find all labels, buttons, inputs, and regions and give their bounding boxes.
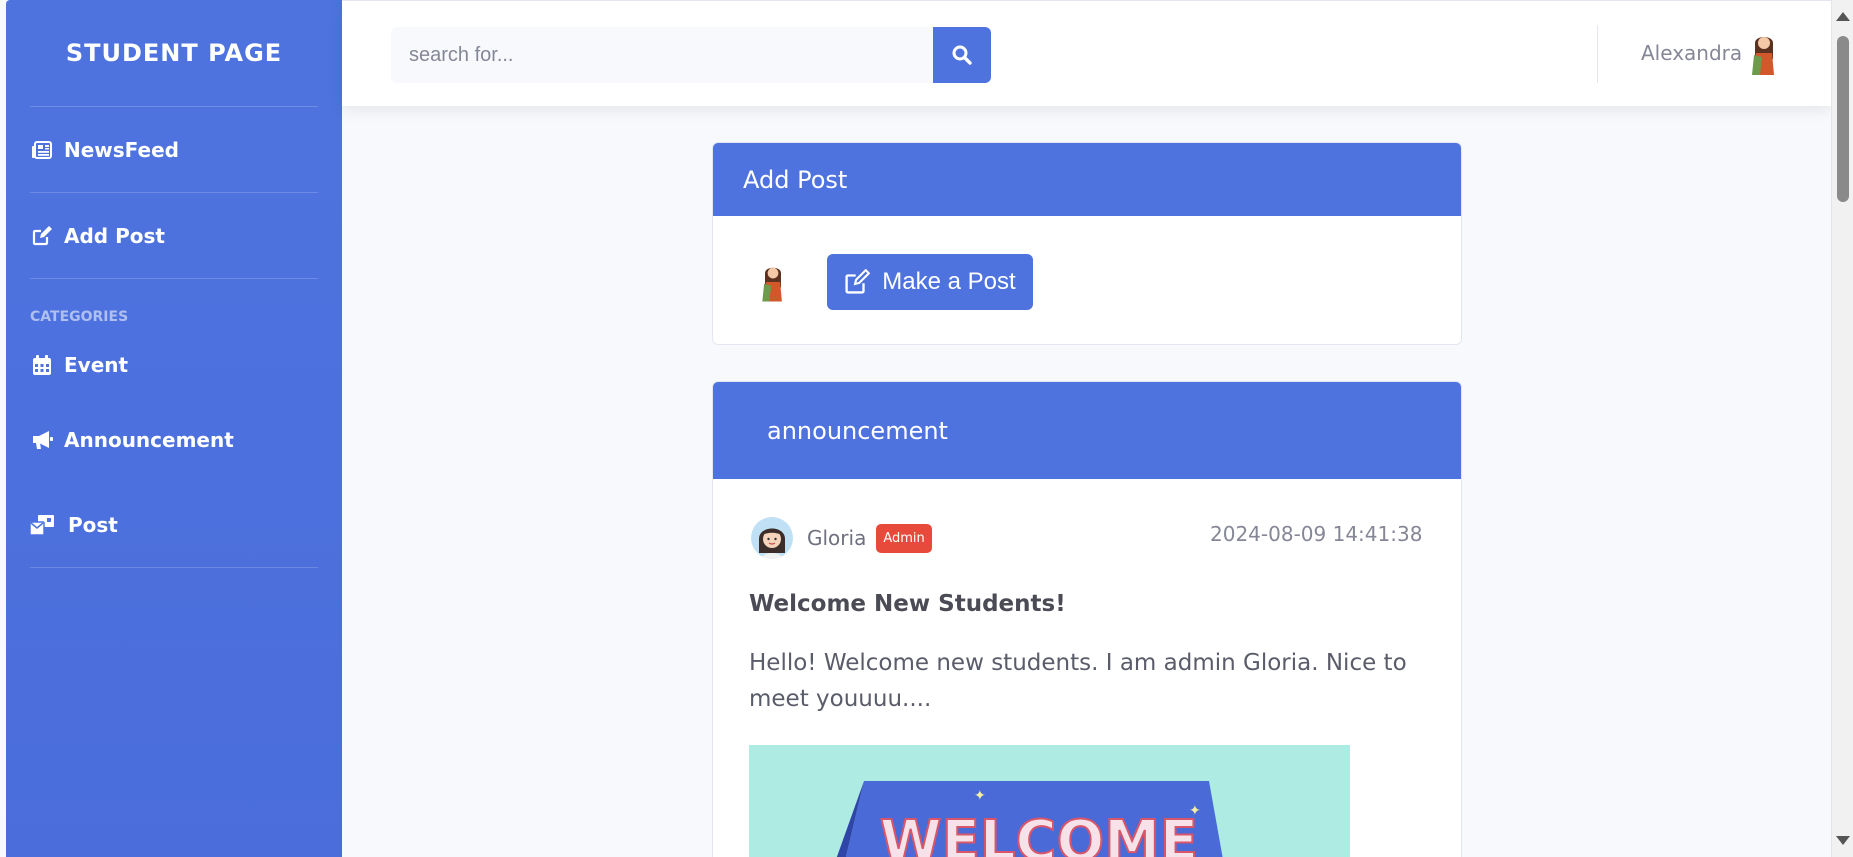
scroll-thumb[interactable] [1837,36,1849,202]
make-a-post-button[interactable]: Make a Post [827,254,1033,310]
sidebar-divider [30,567,318,568]
edit-icon [845,269,871,294]
sidebar-item-label: Event [64,353,129,377]
sidebar-item-announcement[interactable]: Announcement [6,397,342,482]
search-input[interactable] [391,27,933,83]
sidebar: STUDENT PAGE NewsFeed Add Post CATEGORIE… [6,0,342,857]
sidebar-item-event[interactable]: Event [6,333,342,397]
sidebar-item-post[interactable]: Post [6,482,342,567]
scroll-down-icon[interactable] [1836,836,1850,845]
scroll-up-icon[interactable] [1836,12,1850,21]
card-title: Add Post [743,165,848,194]
author-name[interactable]: Gloria [807,526,866,550]
user-avatar[interactable] [1746,29,1782,77]
add-post-card-body: Make a Post [713,216,1461,344]
sidebar-item-label: Post [68,512,118,537]
add-post-card: Add Post Make a Post [712,142,1462,345]
app-frame: STUDENT PAGE NewsFeed Add Post CATEGORIE… [0,0,1853,857]
sidebar-brand[interactable]: STUDENT PAGE [6,0,342,106]
post-timestamp: 2024-08-09 14:41:38 [1210,522,1423,546]
edit-icon [30,224,54,248]
author-avatar[interactable] [751,517,793,559]
admin-badge: Admin [876,523,932,553]
sidebar-heading-categories: CATEGORIES [30,309,129,325]
sparkle-icon: ✦ [1189,803,1201,819]
post-text: Hello! Welcome new students. I am admin … [749,650,1407,712]
search-bar [391,27,991,83]
topbar: Alexandra [342,0,1831,106]
user-avatar [762,267,782,302]
topbar-divider [1597,25,1598,83]
sidebar-item-label: Add Post [64,223,165,248]
post-title: Welcome New Students! [749,591,1066,617]
sparkle-icon: ✦ [974,788,986,804]
sidebar-item-label: NewsFeed [64,137,179,162]
mail-bulk-icon [30,513,54,537]
user-name[interactable]: Alexandra [1641,41,1742,65]
search-button[interactable] [933,27,991,83]
bullhorn-icon [30,428,54,452]
sidebar-item-label: Announcement [64,427,234,452]
add-post-card-header: Add Post [713,143,1461,216]
sidebar-item-newsfeed[interactable]: NewsFeed [6,107,342,192]
search-icon [952,45,972,65]
author-row: Gloria Admin [751,517,932,559]
announcement-card: announcement Gloria Admin 2024-08-09 14:… [712,381,1462,857]
newspaper-icon [30,138,54,162]
make-a-post-label: Make a Post [882,268,1016,295]
sidebar-item-add-post[interactable]: Add Post [6,193,342,278]
calendar-icon [30,353,54,377]
page-scrollbar[interactable] [1831,0,1853,857]
welcome-image-text: WELCOME [880,809,1198,857]
post-image[interactable]: WELCOME ✦ ✦ [749,745,1350,857]
announcement-card-header: announcement [713,382,1461,479]
card-title: announcement [767,416,948,445]
